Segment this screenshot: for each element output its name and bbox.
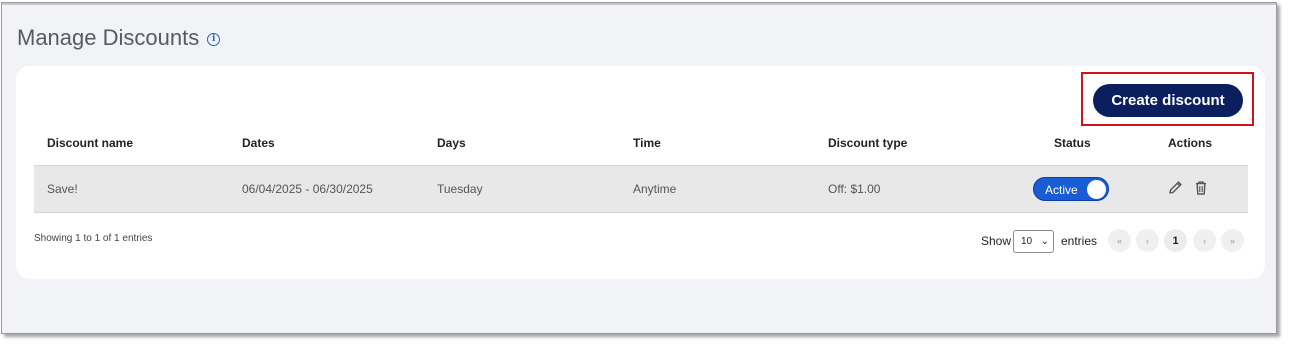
pagination-first-button[interactable]: « [1108,229,1131,252]
entries-label: entries [1061,234,1098,248]
header-status[interactable]: Status [1054,136,1091,150]
create-discount-button[interactable]: Create discount [1093,84,1243,117]
page-size-value: 10 [1021,236,1033,247]
pagination-next-button[interactable]: › [1193,229,1216,252]
top-border [2,3,1276,5]
table-row: Save! 06/04/2025 - 06/30/2025 Tuesday An… [34,165,1248,213]
edit-pencil-icon[interactable] [1167,179,1183,197]
cell-discount-type: Off: $1.00 [828,182,881,196]
header-discount-name[interactable]: Discount name [47,136,133,150]
header-actions: Actions [1168,136,1213,150]
pagination-prev-button[interactable]: ‹ [1136,229,1159,252]
page-title: Manage Discounts i [17,25,221,51]
page-title-text: Manage Discounts [17,25,200,50]
header-time[interactable]: Time [633,136,661,150]
show-label: Show [981,234,1012,248]
delete-trash-icon[interactable] [1193,179,1209,197]
page-size-select[interactable]: 10 ⌄ [1013,230,1054,253]
pagination-page-1[interactable]: 1 [1164,229,1187,252]
toggle-knob [1087,180,1106,199]
header-discount-type[interactable]: Discount type [828,136,907,150]
status-toggle-label: Active [1045,183,1078,197]
cell-days: Tuesday [437,182,483,196]
pagination-last-button[interactable]: » [1221,229,1244,252]
cell-time: Anytime [633,182,677,196]
header-dates[interactable]: Dates [242,136,275,150]
entries-summary: Showing 1 to 1 of 1 entries [34,233,153,244]
cell-discount-name: Save! [47,182,78,196]
app-window: Manage Discounts i Create discount Disco… [1,2,1277,334]
cell-dates: 06/04/2025 - 06/30/2025 [242,182,373,196]
discounts-card: Create discount Discount name Dates Days… [16,66,1265,279]
chevron-down-icon: ⌄ [1040,236,1049,247]
status-toggle[interactable]: Active [1033,177,1109,201]
info-icon[interactable]: i [207,32,221,46]
header-days[interactable]: Days [437,136,466,150]
